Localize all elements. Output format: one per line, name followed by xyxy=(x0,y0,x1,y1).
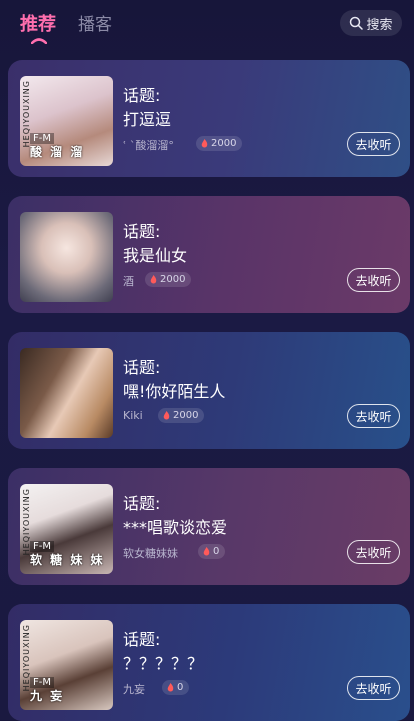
flame-icon xyxy=(203,547,210,556)
topic-label: 话题: xyxy=(123,630,161,649)
room-card[interactable]: HEQIYOUXING F-M 酸 溜 溜 话题: 打逗逗 ʿ ˋ酸溜溜° 20… xyxy=(8,60,410,177)
heat-value: 2000 xyxy=(160,274,186,285)
room-title: 我是仙女 xyxy=(123,246,188,265)
heat-badge: 0 xyxy=(198,544,226,559)
heat-value: 0 xyxy=(177,682,184,693)
cover-name: 软 糖 妹 妹 xyxy=(30,553,105,567)
room-cover xyxy=(20,212,113,302)
search-icon xyxy=(350,16,364,30)
flame-icon xyxy=(167,683,174,692)
host-name: 九妄 xyxy=(123,683,145,696)
room-card[interactable]: HEQIYOUXING F-M 九 妄 话题: ？？？？？ 九妄 0 去收听 xyxy=(8,604,410,721)
heat-badge: 2000 xyxy=(196,136,243,151)
listen-button[interactable]: 去收听 xyxy=(347,540,400,564)
listen-button[interactable]: 去收听 xyxy=(347,404,400,428)
tab-active-indicator xyxy=(31,38,47,44)
heat-badge: 0 xyxy=(162,680,190,695)
room-cover: HEQIYOUXING F-M 酸 溜 溜 xyxy=(20,76,113,166)
cover-name: 九 妄 xyxy=(30,689,65,703)
room-title: ***唱歌谈恋爱 xyxy=(123,518,228,537)
host-name: Kiki xyxy=(123,409,143,422)
room-card[interactable]: HEQIYOUXING F-M 软 糖 妹 妹 话题: ***唱歌谈恋爱 软女糖… xyxy=(8,468,410,585)
room-card[interactable]: 话题: 嘿!你好陌生人 Kiki 2000 去收听 xyxy=(8,332,410,449)
host-name: 软女糖妹妹 xyxy=(123,547,178,560)
room-title: ？？？？？ xyxy=(123,654,204,673)
heat-badge: 2000 xyxy=(145,272,192,287)
heat-value: 2000 xyxy=(173,410,199,421)
room-cover: HEQIYOUXING F-M 软 糖 妹 妹 xyxy=(20,484,113,574)
listen-button[interactable]: 去收听 xyxy=(347,676,400,700)
tab-podcast[interactable]: 播客 xyxy=(78,10,112,35)
host-name: 酒 xyxy=(123,275,134,288)
room-title: 打逗逗 xyxy=(123,110,172,129)
tab-recommend[interactable]: 推荐 xyxy=(20,10,56,36)
flame-icon xyxy=(201,139,208,148)
cover-name: 酸 溜 溜 xyxy=(30,145,85,159)
heat-value: 0 xyxy=(213,546,220,557)
listen-button[interactable]: 去收听 xyxy=(347,132,400,156)
listen-button[interactable]: 去收听 xyxy=(347,268,400,292)
topic-label: 话题: xyxy=(123,222,161,241)
host-name: ʿ ˋ酸溜溜° xyxy=(123,139,174,152)
top-bar: 推荐 播客 搜索 xyxy=(0,0,414,56)
room-cover: HEQIYOUXING F-M 九 妄 xyxy=(20,620,113,710)
topic-label: 话题: xyxy=(123,494,161,513)
flame-icon xyxy=(163,411,170,420)
heat-badge: 2000 xyxy=(158,408,205,423)
flame-icon xyxy=(150,275,157,284)
search-label: 搜索 xyxy=(366,17,393,33)
room-cover xyxy=(20,348,113,438)
room-title: 嘿!你好陌生人 xyxy=(123,382,226,401)
topic-label: 话题: xyxy=(123,358,161,377)
search-button[interactable]: 搜索 xyxy=(340,10,402,36)
heat-value: 2000 xyxy=(211,138,237,149)
topic-label: 话题: xyxy=(123,86,161,105)
room-card[interactable]: 话题: 我是仙女 酒 2000 去收听 xyxy=(8,196,410,313)
